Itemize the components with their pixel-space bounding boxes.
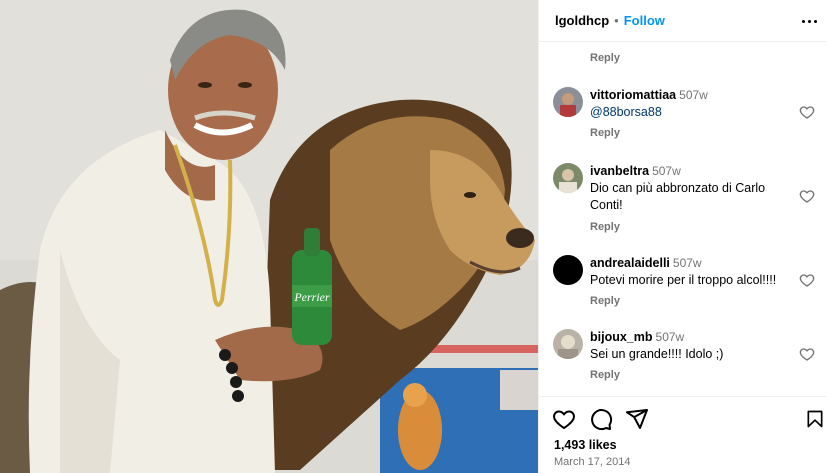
avatar[interactable] — [553, 87, 583, 117]
comment-body: andrealaidelli 507w Potevi morire per il … — [590, 255, 780, 289]
post-photo[interactable]: Perrier — [0, 0, 538, 473]
post-side-panel: lgoldhcp • Follow Reply vittoriomattiaa 5… — [538, 0, 826, 473]
comment-body: vittoriomattiaa 507w @88borsa88 — [590, 87, 780, 121]
comment-author[interactable]: vittoriomattiaa — [590, 88, 676, 102]
post-author-username[interactable]: lgoldhcp — [555, 13, 609, 28]
bookmark-icon[interactable] — [805, 407, 825, 431]
follow-button[interactable]: Follow — [624, 13, 665, 28]
svg-text:Perrier: Perrier — [293, 290, 330, 304]
avatar[interactable] — [553, 329, 583, 359]
heart-icon[interactable] — [799, 272, 815, 288]
heart-icon[interactable] — [799, 346, 815, 362]
post-date[interactable]: March 17, 2014 — [554, 456, 630, 468]
comment-text: Potevi morire per il troppo alcol!!!! — [590, 273, 777, 287]
more-options-icon[interactable] — [799, 11, 819, 31]
comment-body: bijoux_mb 507w Sei un grande!!!! Idolo ;) — [590, 329, 780, 363]
likes-count[interactable]: 1,493 likes — [554, 438, 617, 452]
avatar[interactable] — [553, 163, 583, 193]
post-photo-illustration: Perrier — [0, 0, 538, 473]
reply-button[interactable]: Reply — [590, 52, 620, 64]
comments-list[interactable]: Reply vittoriomattiaa 507w @88borsa88 Rep… — [539, 43, 826, 396]
heart-icon[interactable] — [552, 407, 576, 431]
reply-button[interactable]: Reply — [590, 127, 620, 139]
heart-icon[interactable] — [799, 188, 815, 204]
comment-time[interactable]: 507w — [656, 330, 685, 344]
post-actions: 1,493 likes March 17, 2014 — [539, 396, 826, 473]
comment-text: Dio can più abbronzato di Carlo Conti! — [590, 181, 766, 212]
comment-time[interactable]: 507w — [673, 256, 702, 270]
comment-text: @88borsa88 — [590, 105, 662, 119]
comment-icon[interactable] — [589, 407, 613, 431]
comment-author[interactable]: bijoux_mb — [590, 330, 653, 344]
comment-time[interactable]: 507w — [652, 164, 681, 178]
reply-button[interactable]: Reply — [590, 221, 620, 233]
avatar[interactable] — [553, 255, 583, 285]
comment-body: ivanbeltra 507w Dio can più abbronzato di… — [590, 163, 780, 214]
comment-time[interactable]: 507w — [679, 88, 708, 102]
comment-text: Sei un grande!!!! Idolo ;) — [590, 347, 724, 361]
share-icon[interactable] — [625, 407, 649, 431]
reply-button[interactable]: Reply — [590, 369, 620, 381]
separator-dot: • — [614, 13, 619, 28]
comment-author[interactable]: andrealaidelli — [590, 256, 670, 270]
heart-icon[interactable] — [799, 104, 815, 120]
comment-author[interactable]: ivanbeltra — [590, 164, 649, 178]
reply-button[interactable]: Reply — [590, 295, 620, 307]
post-header: lgoldhcp • Follow — [539, 0, 826, 42]
